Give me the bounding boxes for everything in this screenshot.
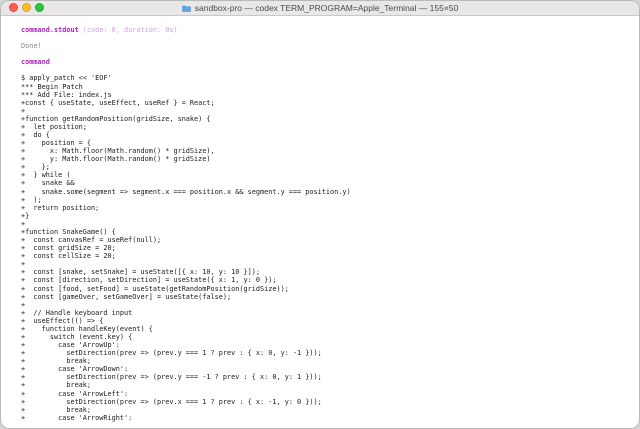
code-line: + setDirection(prev => (prev.y === 1 ? p…: [21, 349, 322, 358]
code-line: + // Handle keyboard input: [21, 308, 133, 317]
stdout-meta: (code: 0, duration: 0s): [82, 26, 178, 34]
code-line: + } while (: [21, 171, 71, 180]
code-line: + const [direction, setDirection] = useS…: [21, 276, 277, 285]
code-line: + useEffect(() => {: [21, 316, 104, 325]
window-title-container: sandbox-pro — codex TERM_PROGRAM=Apple_T…: [1, 1, 639, 15]
code-line: + const [gameOver, setGameOver] = useSta…: [21, 292, 232, 301]
code-line: *** Add File: index.js: [21, 90, 112, 99]
folder-icon: [182, 5, 191, 12]
code-line: + );: [21, 195, 42, 204]
done-line: Done!: [21, 42, 42, 51]
command-label: command: [21, 58, 50, 67]
window-title: sandbox-pro — codex TERM_PROGRAM=Apple_T…: [194, 3, 459, 13]
code-line: + const [snake, setSnake] = useState([{ …: [21, 268, 260, 277]
code-line: + break;: [21, 357, 92, 366]
code-line: + x: Math.floor(Math.random() * gridSize…: [21, 147, 215, 156]
code-line: + const canvasRef = useRef(null);: [21, 236, 162, 245]
code-line: + case 'ArrowDown':: [21, 365, 129, 374]
code-line: + position = {: [21, 139, 92, 148]
code-line: + do {: [21, 131, 50, 140]
code-line: +}: [21, 211, 30, 220]
code-line: + switch (event.key) {: [21, 332, 133, 341]
code-line: +: [21, 260, 26, 269]
stdout-line: command.stdout (code: 0, duration: 0s): [21, 26, 639, 34]
code-line: +: [21, 106, 26, 115]
code-line: + case 'ArrowRight':: [21, 413, 133, 422]
code-line: + return position;: [21, 203, 100, 212]
code-line: + };: [21, 163, 50, 172]
code-line: +function SnakeGame() {: [21, 227, 116, 236]
code-line: + function handleKey(event) {: [21, 324, 153, 333]
code-line: + case 'ArrowLeft':: [21, 389, 129, 398]
code-line: + const [food, setFood] = useState(getRa…: [21, 284, 289, 293]
terminal-output[interactable]: command.stdout (code: 0, duration: 0s) D…: [1, 16, 639, 428]
terminal-window: sandbox-pro — codex TERM_PROGRAM=Apple_T…: [0, 0, 640, 429]
code-line: +const { useState, useEffect, useRef } =…: [21, 98, 215, 107]
code-line: +: [21, 219, 26, 228]
code-line: + snake.some(segment => segment.x === po…: [21, 187, 351, 196]
stdout-label: command.stdout: [21, 26, 79, 34]
code-line: + break;: [21, 381, 92, 390]
title-bar[interactable]: sandbox-pro — codex TERM_PROGRAM=Apple_T…: [1, 1, 639, 16]
code-line: + y: Math.floor(Math.random() * gridSize…: [21, 155, 211, 164]
code-line: + break;: [21, 405, 92, 414]
code-line: $ apply_patch << 'EOF': [21, 74, 112, 83]
code-line: + case 'ArrowUp':: [21, 341, 120, 350]
code-line: + setDirection(prev => (prev.y === -1 ? …: [21, 373, 322, 382]
code-line: + const gridSize = 20;: [21, 244, 116, 253]
code-line: + snake &&: [21, 179, 75, 188]
patch-code-block: $ apply_patch << 'EOF' *** Begin Patch ***…: [21, 74, 639, 421]
code-line: *** Begin Patch: [21, 82, 83, 91]
code-line: + let position;: [21, 122, 87, 131]
code-line: + setDirection(prev => (prev.x === 1 ? p…: [21, 397, 322, 406]
code-line: + const cellSize = 20;: [21, 252, 116, 261]
code-line: +function getRandomPosition(gridSize, sn…: [21, 114, 211, 123]
code-line: +: [21, 300, 26, 309]
